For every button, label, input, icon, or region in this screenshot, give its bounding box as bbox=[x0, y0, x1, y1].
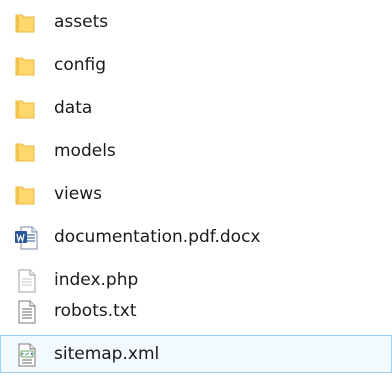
folder-icon bbox=[15, 14, 35, 33]
file-name: index.php bbox=[54, 270, 139, 290]
file-row-views[interactable]: views bbox=[0, 175, 392, 213]
word-document-icon bbox=[15, 226, 38, 250]
xml-file-icon bbox=[18, 343, 36, 367]
file-name: sitemap.xml bbox=[54, 344, 160, 364]
file-name: config bbox=[54, 55, 107, 75]
folder-icon bbox=[15, 186, 35, 205]
php-file-icon bbox=[18, 269, 36, 293]
file-name: data bbox=[54, 98, 93, 118]
folder-icon bbox=[15, 143, 35, 162]
file-row-assets[interactable]: assets bbox=[0, 3, 392, 41]
text-file-icon bbox=[18, 300, 36, 324]
file-row-data[interactable]: data bbox=[0, 89, 392, 127]
folder-icon bbox=[15, 100, 35, 119]
file-row-sitemap[interactable]: sitemap.xml bbox=[0, 335, 392, 373]
file-row-documentation[interactable]: documentation.pdf.docx bbox=[0, 218, 392, 256]
file-name: documentation.pdf.docx bbox=[54, 227, 261, 247]
file-row-config[interactable]: config bbox=[0, 46, 392, 84]
file-name: robots.txt bbox=[54, 301, 137, 321]
file-row-models[interactable]: models bbox=[0, 132, 392, 170]
folder-icon bbox=[15, 57, 35, 76]
file-name: assets bbox=[54, 12, 109, 32]
file-name: views bbox=[54, 184, 103, 204]
file-name: models bbox=[54, 141, 116, 161]
file-list: assets config data models views document… bbox=[0, 0, 392, 379]
file-row-robots[interactable]: robots.txt bbox=[0, 292, 392, 330]
